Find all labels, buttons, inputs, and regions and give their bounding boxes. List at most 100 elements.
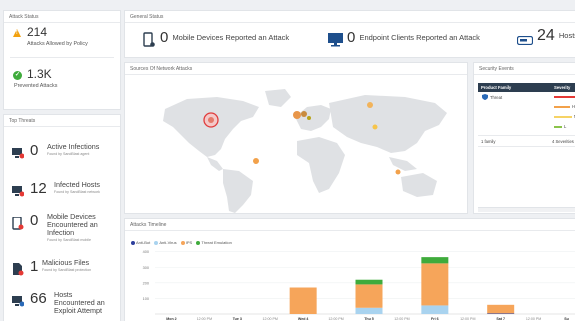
endpoint-client-icon: [328, 33, 343, 47]
endpoint-count: 0: [347, 29, 356, 46]
south-america-shape: [223, 169, 253, 213]
threat-source: Found by SandBlast mobile: [47, 238, 91, 242]
general-hosts[interactable]: 24 Hosts: [537, 27, 575, 45]
general-endpoint-clients[interactable]: 0 Endpoint Clients Reported an Attack: [347, 29, 480, 46]
mobile-count: 0: [160, 29, 169, 46]
check-icon: ✓: [13, 71, 22, 80]
threat-label: Malicious Files: [42, 258, 90, 267]
x-tick-label: 12:00 PM: [460, 317, 475, 321]
attack-status-title: Attack Status: [9, 14, 39, 20]
attack-source-marker[interactable]: [307, 116, 311, 120]
y-tick-label: 100: [143, 297, 149, 301]
threat-value: 0: [30, 142, 39, 159]
bar-anti-bot[interactable]: [487, 313, 515, 314]
y-tick-label: 200: [143, 281, 149, 285]
australia-shape: [401, 173, 437, 197]
attack-source-marker[interactable]: [367, 102, 373, 108]
threat-value: 1: [30, 258, 39, 275]
attack-status-panel: Attack Status 214 Attacks Allowed by Pol…: [3, 10, 121, 110]
y-tick-label: 400: [143, 250, 149, 254]
central-america-shape: [207, 157, 223, 171]
top-threats-panel: Top Threats 0 Active Infections Found by…: [3, 114, 121, 321]
horizontal-scrollbar[interactable]: [478, 207, 575, 212]
threat-label: Hosts Encountered an Exploit Attempt: [54, 290, 105, 315]
attack-source-marker[interactable]: [372, 124, 378, 130]
x-tick-label: Fri 6: [431, 317, 439, 321]
attack-source-marker[interactable]: [293, 111, 301, 119]
severity-bar-low[interactable]: [554, 126, 562, 128]
host-icon: [517, 36, 533, 45]
world-map[interactable]: [125, 77, 468, 214]
bar-threat-emulation[interactable]: [355, 279, 383, 285]
general-status-title: General Status: [130, 14, 164, 20]
mobile-device-icon: [143, 32, 155, 47]
col-product-family[interactable]: Product Family: [481, 85, 511, 90]
prevented-attacks-label: Prevented Attacks: [14, 83, 58, 89]
threat-value: 66: [30, 290, 47, 307]
x-tick-label: 12:00 PM: [263, 317, 278, 321]
severity-bar-high[interactable]: [554, 106, 570, 108]
prevented-attacks-value: 1.3K: [27, 67, 52, 81]
x-tick-label: Su: [564, 317, 569, 321]
threat-mobile-devices[interactable]: 0 Mobile Devices Encountered an Infectio…: [4, 207, 120, 247]
mobile-label: Mobile Devices Reported an Attack: [172, 33, 290, 42]
attack-source-marker[interactable]: [253, 158, 259, 164]
europe-shape: [295, 105, 331, 131]
map-title: Sources Of Network Attacks: [130, 66, 193, 72]
security-events-panel: Security Events Product Family Severity …: [473, 62, 575, 214]
general-mobile-devices[interactable]: 0 Mobile Devices Reported an Attack: [160, 29, 289, 46]
attack-source-marker[interactable]: [301, 111, 307, 117]
bar-threat-emulation[interactable]: [421, 257, 449, 264]
attack-source-marker[interactable]: [395, 169, 401, 175]
timeline-title: Attacks Timeline: [130, 222, 167, 228]
shield-icon: [482, 94, 488, 100]
threat-label: Active Infections: [47, 142, 100, 151]
hosts-count: 24: [537, 27, 555, 44]
bar-anti-virus[interactable]: [421, 305, 449, 314]
attacks-allowed-value: 214: [27, 25, 48, 39]
x-tick-label: 12:00 PM: [328, 317, 343, 321]
hosts-label: Hosts: [558, 31, 575, 40]
africa-shape: [297, 137, 345, 193]
threat-value: 12: [30, 180, 47, 197]
severity-bar-medium[interactable]: [554, 116, 572, 118]
x-tick-label: Sat 7: [496, 317, 505, 321]
warning-icon: [13, 29, 21, 37]
security-events-table-header: Product Family Severity: [478, 83, 575, 92]
attacks-timeline-chart[interactable]: 100 200 300 400 Mon 2 12:00 PM Tue 3 12:00 PM We…: [125, 245, 575, 321]
threat-source: Found by SandBlast network: [54, 190, 100, 194]
bar-ips[interactable]: [487, 304, 515, 314]
greenland-shape: [265, 89, 291, 107]
footer-family-count: 1 family: [481, 139, 496, 144]
threat-source: Found by SandBlast protection: [42, 268, 92, 272]
bar-anti-virus[interactable]: [355, 307, 383, 314]
asia-shape: [329, 95, 447, 153]
threat-active-infections[interactable]: 0 Active Infections Found by SandBlast a…: [4, 137, 120, 175]
x-tick-label: 12:00 PM: [394, 317, 409, 321]
endpoint-label: Endpoint Clients Reported an Attack: [359, 33, 480, 42]
attack-source-marker[interactable]: [208, 117, 214, 123]
malicious-file-icon: [13, 263, 24, 276]
severity-bar-critical[interactable]: [554, 96, 575, 98]
col-severity[interactable]: Severity: [554, 85, 570, 90]
southeast-asia-shape: [389, 157, 417, 171]
bar-ips[interactable]: [289, 287, 317, 314]
top-threats-title: Top Threats: [9, 118, 36, 124]
infected-host-icon: [12, 186, 24, 197]
threat-exploit-hosts[interactable]: 66 Hosts Encountered an Exploit Attempt: [4, 285, 120, 321]
x-tick-label: Tue 3: [233, 317, 242, 321]
bar-ips[interactable]: [355, 284, 383, 308]
threat-value: 0: [30, 212, 39, 229]
footer-severity-count: 4 Severities: [552, 139, 574, 144]
x-tick-label: Thu 5: [364, 317, 374, 321]
threat-label: Infected Hosts: [54, 180, 100, 189]
attacks-timeline-panel: Attacks Timeline Anti-Bot Anti-Virus IPS…: [124, 218, 575, 321]
threat-source: Found by SandBlast agent: [47, 152, 90, 156]
bar-ips[interactable]: [421, 263, 449, 306]
x-tick-label: Mon 2: [166, 317, 176, 321]
x-tick-label: 12:00 PM: [197, 317, 212, 321]
exploit-host-icon: [12, 296, 24, 307]
x-tick-label: Wed 4: [298, 317, 309, 321]
general-status-panel: General Status 0 Mobile Devices Reported…: [124, 10, 575, 58]
row-family-threat[interactable]: Threat: [490, 95, 502, 100]
